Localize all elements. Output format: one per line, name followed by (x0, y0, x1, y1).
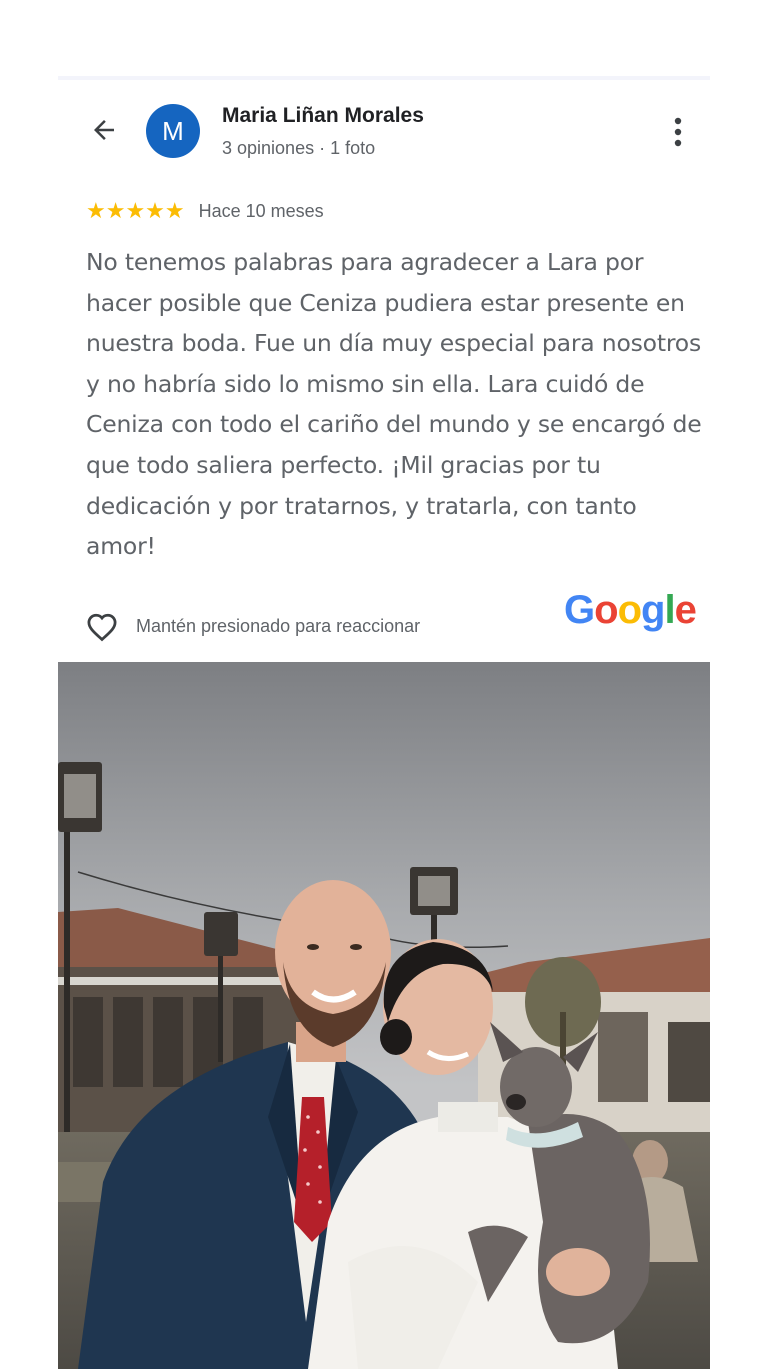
google-logo-letter: e (674, 588, 697, 632)
review-photo[interactable] (58, 662, 710, 1369)
arrow-back-icon (94, 120, 114, 140)
google-logo: Google (564, 588, 697, 633)
google-logo-letter: o (617, 588, 642, 632)
google-logo-letter: o (594, 588, 618, 632)
avatar-initial: M (162, 115, 184, 146)
google-logo-letter: l (664, 588, 675, 632)
heart-outline-icon (87, 613, 117, 642)
avatar[interactable]: M (146, 104, 200, 158)
star-icon: ★★★★★ (86, 198, 185, 223)
review-time: Hace 10 meses (198, 200, 324, 221)
google-logo-letter: G (564, 588, 595, 632)
review-card: M Maria Liñan Morales 3 opiniones · 1 fo… (58, 76, 710, 1369)
wedding-photo-image (58, 662, 710, 1369)
more-options-button[interactable] (662, 114, 694, 150)
star-rating: ★★★★★ (86, 200, 185, 222)
reviewer-meta: 3 opiniones · 1 foto (222, 138, 376, 158)
react-button[interactable]: Mantén presionado para reaccionar (84, 606, 420, 646)
more-vert-icon (674, 117, 682, 147)
review-text: No tenemos palabras para agradecer a Lar… (86, 248, 702, 561)
rating-row: ★★★★★ Hace 10 meses (86, 198, 324, 224)
reviewer-name[interactable]: Maria Liñan Morales (222, 104, 424, 128)
review-header: M Maria Liñan Morales 3 opiniones · 1 fo… (58, 80, 710, 190)
google-logo-letter: g (641, 588, 665, 632)
react-label: Mantén presionado para reaccionar (136, 615, 421, 636)
back-button[interactable] (86, 112, 122, 148)
